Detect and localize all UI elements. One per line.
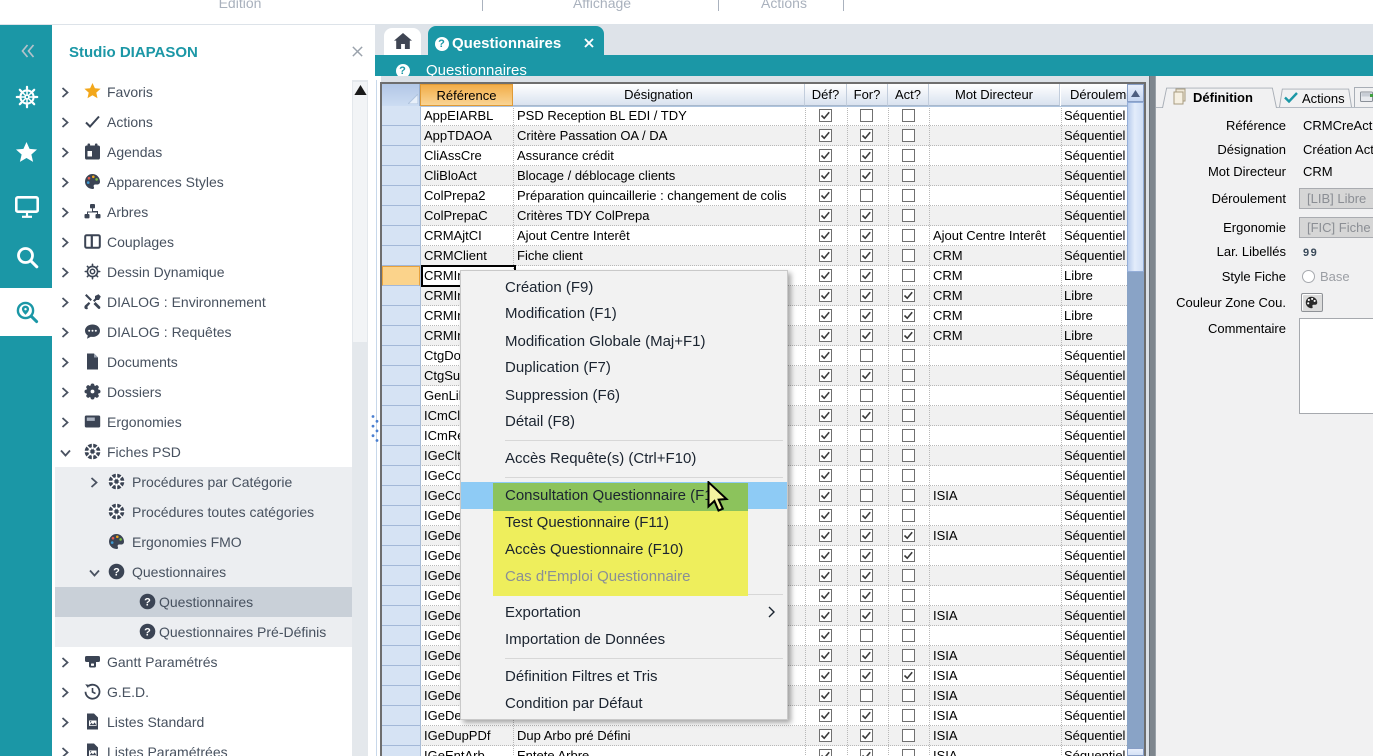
svg-text:?: ? bbox=[113, 566, 120, 578]
svg-text:?: ? bbox=[144, 596, 151, 608]
svg-text:?: ? bbox=[144, 626, 151, 638]
